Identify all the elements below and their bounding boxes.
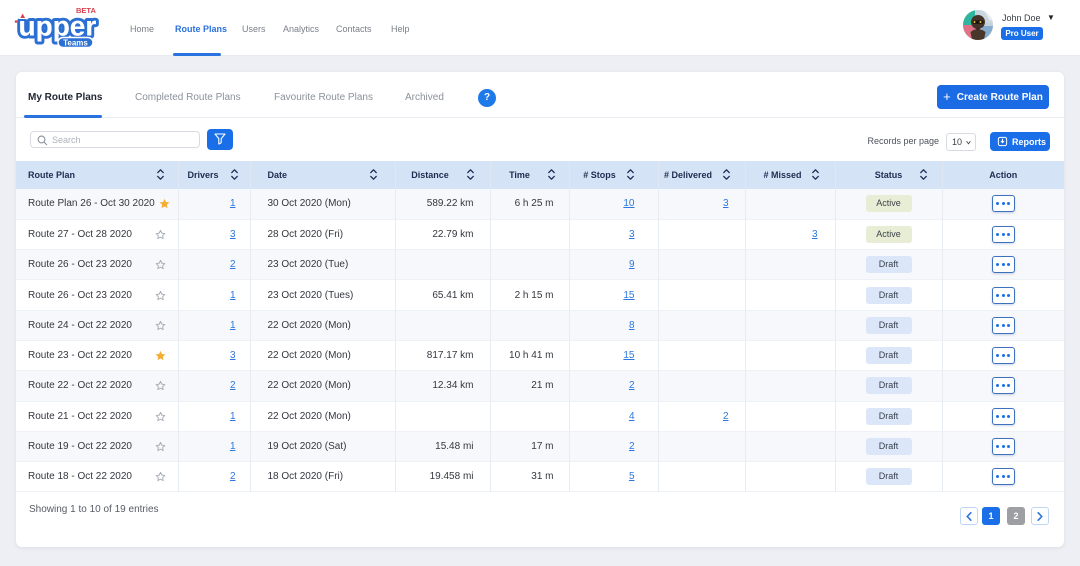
svg-text:Teams: Teams: [63, 39, 88, 48]
